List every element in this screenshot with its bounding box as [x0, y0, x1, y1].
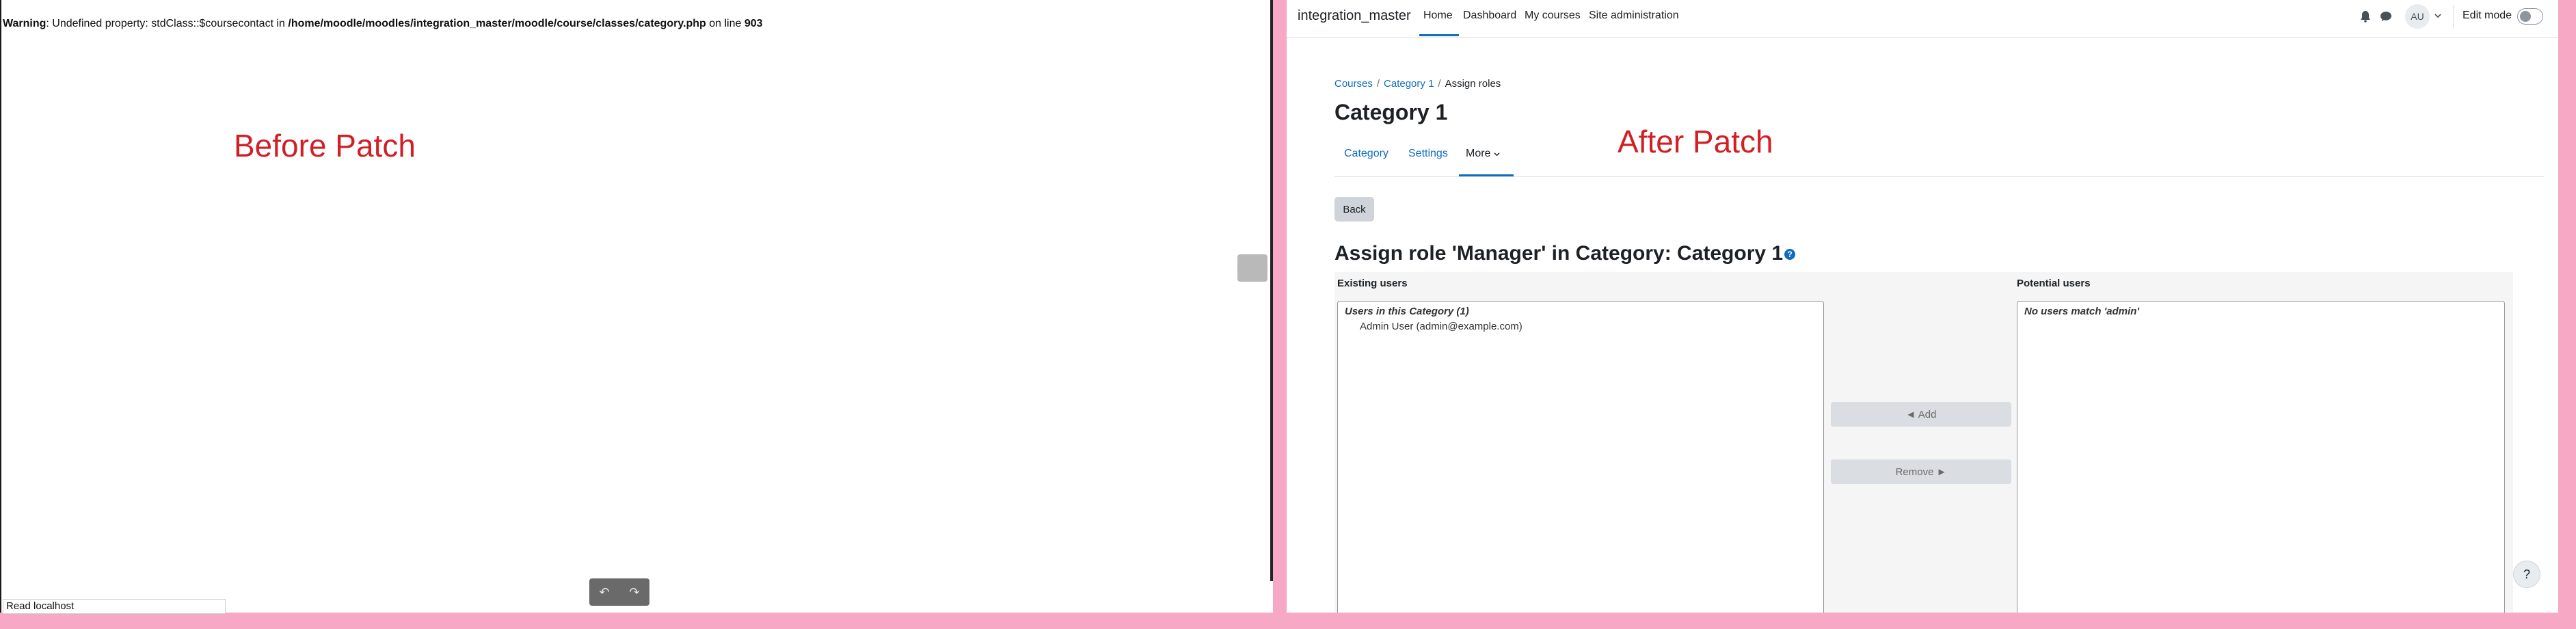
breadcrumb-category[interactable]: Category 1 — [1384, 78, 1434, 90]
secondary-nav-tabs: Category Settings More — [1334, 144, 2545, 177]
warning-path: /home/moodle/moodles/integration_master/… — [288, 18, 706, 29]
breadcrumb-current: Assign roles — [1445, 78, 1501, 90]
warning-text: : Undefined property: stdClass::$coursec… — [46, 18, 289, 29]
nav-site-administration[interactable]: Site administration — [1589, 10, 1679, 22]
warning-line: 903 — [744, 18, 763, 29]
warning-prefix: Warning — [3, 18, 46, 29]
chevron-down-icon — [1494, 148, 1500, 159]
panel-divider — [1270, 0, 1273, 581]
scroll-handle[interactable] — [1237, 254, 1267, 282]
warning-online: on line — [706, 18, 744, 29]
php-warning-message: Warning: Undefined property: stdClass::$… — [3, 18, 763, 30]
breadcrumb-courses[interactable]: Courses — [1334, 78, 1373, 90]
undo-icon[interactable]: ↶ — [592, 585, 617, 600]
potential-users-group: No users match 'admin' — [2024, 306, 2140, 317]
existing-users-label: Existing users — [1337, 278, 1408, 289]
tab-category[interactable]: Category — [1344, 148, 1388, 160]
add-button[interactable]: ◄ Add — [1831, 402, 2011, 427]
remove-button[interactable]: Remove ► — [1831, 459, 2011, 484]
edit-mode-label: Edit mode — [2463, 10, 2512, 21]
user-avatar[interactable]: AU — [2405, 4, 2430, 29]
tab-more-label: More — [1466, 148, 1491, 159]
help-icon[interactable]: ? — [1784, 249, 1796, 260]
chevron-down-icon[interactable] — [2432, 10, 2443, 22]
breadcrumb-separator: / — [1438, 78, 1441, 90]
breadcrumb-separator: / — [1376, 78, 1380, 90]
existing-users-select[interactable]: Users in this Category (1) Admin User (a… — [1337, 301, 1824, 613]
page-title: Category 1 — [1334, 100, 1448, 124]
frame-border — [2558, 0, 2576, 629]
breadcrumb: Courses / Category 1/Assign roles — [1334, 78, 1501, 90]
nav-home[interactable]: Home — [1423, 10, 1453, 22]
site-name[interactable]: integration_master — [1298, 8, 1411, 24]
top-navbar: integration_master Home Dashboard My cou… — [1287, 0, 2558, 38]
navbar-divider — [2453, 5, 2454, 29]
back-button[interactable]: Back — [1334, 197, 1374, 222]
potential-users-select[interactable]: No users match 'admin' — [2017, 301, 2505, 613]
tab-more[interactable]: More — [1466, 148, 1500, 160]
list-item[interactable]: Admin User (admin@example.com) — [1360, 321, 1522, 332]
before-patch-label: Before Patch — [234, 128, 416, 163]
active-tab-indicator — [1459, 174, 1514, 176]
existing-users-group: Users in this Category (1) — [1345, 306, 1469, 317]
chat-icon[interactable] — [2378, 8, 2394, 25]
undo-redo-toolbar: ↶ ↷ — [589, 578, 649, 606]
after-patch-panel: integration_master Home Dashboard My cou… — [1287, 0, 2558, 613]
edit-mode-toggle[interactable] — [2517, 8, 2543, 25]
toggle-knob — [2520, 11, 2531, 22]
nav-dashboard[interactable]: Dashboard — [1463, 10, 1516, 22]
active-nav-indicator — [1419, 34, 1459, 36]
assign-role-heading-text: Assign role 'Manager' in Category: Categ… — [1334, 242, 1784, 265]
before-patch-panel: Warning: Undefined property: stdClass::$… — [0, 0, 1273, 614]
potential-users-label: Potential users — [2017, 278, 2091, 289]
bell-icon[interactable] — [2357, 8, 2374, 25]
browser-status-bar: Read localhost — [3, 599, 226, 614]
nav-my-courses[interactable]: My courses — [1525, 10, 1581, 22]
help-button[interactable]: ? — [2513, 561, 2540, 588]
assign-role-heading: Assign role 'Manager' in Category: Categ… — [1334, 242, 1796, 265]
redo-icon[interactable]: ↷ — [622, 585, 647, 600]
assign-users-form: Existing users Potential users Users in … — [1334, 272, 2513, 613]
tab-settings[interactable]: Settings — [1408, 148, 1448, 160]
